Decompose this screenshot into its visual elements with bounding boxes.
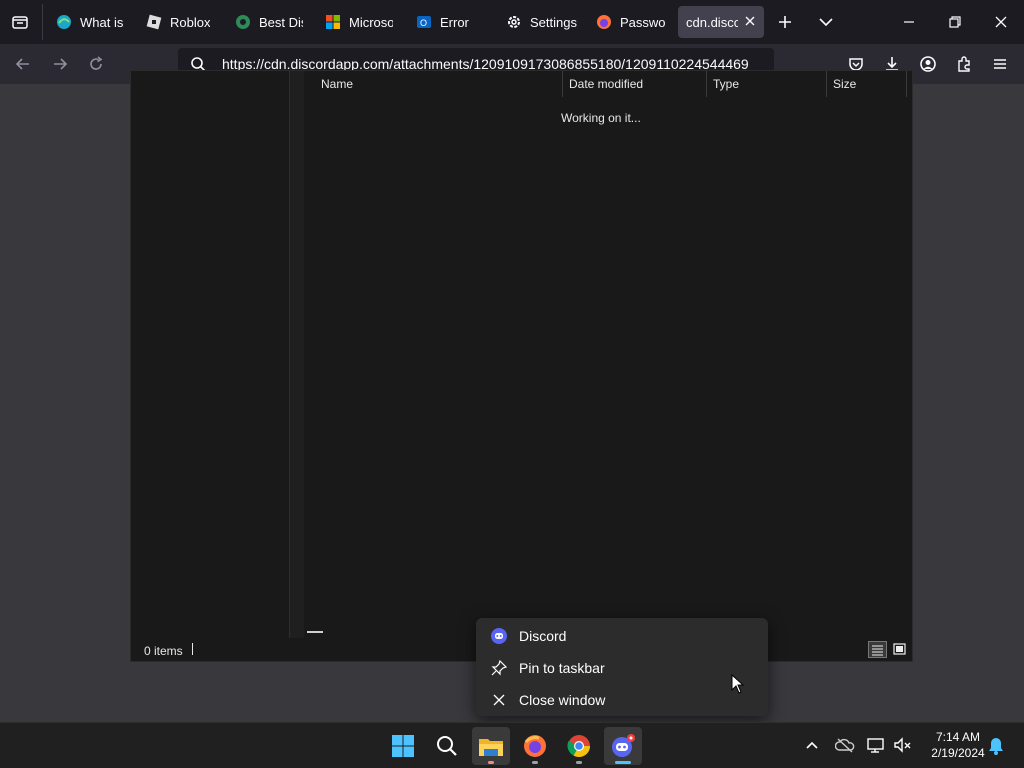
menu-icon[interactable] — [991, 55, 1009, 78]
tab-strip: What is | Roblox Best Disp Microsof O Er… — [0, 0, 1024, 44]
new-tab-icon[interactable] — [776, 13, 794, 36]
firefox-icon[interactable] — [516, 727, 554, 765]
onedrive-icon[interactable] — [834, 736, 855, 759]
start-icon[interactable] — [384, 727, 422, 765]
system-clock[interactable]: 7:14 AM 2/19/2024 — [918, 729, 998, 761]
roblox-icon — [146, 14, 162, 30]
column-header-size[interactable]: Size — [827, 71, 907, 97]
column-header-date-modified[interactable]: Date modified — [563, 71, 707, 97]
tab-overview-icon[interactable] — [10, 12, 30, 37]
close-icon — [490, 691, 508, 709]
gear-icon — [506, 14, 522, 30]
tab-error[interactable]: O Error — [416, 6, 486, 38]
chrome-icon[interactable] — [560, 727, 598, 765]
loading-message: Working on it... — [561, 111, 641, 125]
chevron-down-icon[interactable] — [817, 13, 835, 36]
jump-list-app-item[interactable]: Discord — [476, 620, 768, 652]
file-explorer-icon[interactable] — [472, 727, 510, 765]
clock-date: 2/19/2024 — [931, 746, 985, 760]
pin-to-taskbar-item[interactable]: Pin to taskbar — [476, 652, 768, 684]
active-indicator — [615, 761, 631, 764]
tab-what-is[interactable]: What is | — [56, 6, 126, 38]
running-indicator — [532, 761, 538, 764]
site-icon — [235, 14, 251, 30]
extensions-icon[interactable] — [955, 55, 973, 78]
volume-muted-icon[interactable] — [893, 736, 913, 759]
forward-icon[interactable] — [51, 55, 69, 78]
tab-divider — [42, 4, 43, 40]
minimize-icon[interactable] — [900, 13, 918, 36]
horizontal-scroll-thumb[interactable] — [307, 631, 323, 633]
close-window-icon[interactable] — [992, 13, 1010, 36]
tab-settings[interactable]: Settings — [506, 6, 586, 38]
close-window-item[interactable]: Close window — [476, 684, 768, 716]
svg-text:O: O — [420, 18, 427, 28]
item-count: 0 items — [144, 644, 183, 658]
reload-icon[interactable] — [87, 55, 105, 78]
outlook-icon: O — [416, 14, 432, 30]
tab-microsoft[interactable]: Microsof — [325, 6, 393, 38]
details-view-icon[interactable] — [868, 641, 887, 658]
tab-cdn-discord[interactable]: cdn.disco — [678, 6, 764, 38]
discord-icon[interactable] — [604, 727, 642, 765]
tab-roblox[interactable]: Roblox — [146, 6, 216, 38]
microsoft-icon — [325, 14, 341, 30]
edge-globe-icon — [56, 14, 72, 30]
tab-best-disp[interactable]: Best Disp — [235, 6, 303, 38]
account-icon[interactable] — [919, 55, 937, 78]
restore-icon[interactable] — [946, 13, 964, 36]
search-icon[interactable] — [428, 727, 466, 765]
clock-time: 7:14 AM — [935, 730, 981, 744]
status-divider — [192, 643, 193, 655]
chevron-up-icon[interactable] — [804, 737, 820, 758]
taskbar: 7:14 AM 2/19/2024 — [0, 722, 1024, 768]
running-indicator — [576, 761, 582, 764]
notification-bell-icon[interactable] — [987, 736, 1005, 761]
navigation-pane[interactable] — [131, 71, 290, 638]
running-indicator — [488, 761, 494, 764]
back-icon[interactable] — [14, 55, 32, 78]
column-header-name[interactable]: Name — [315, 71, 563, 97]
network-icon[interactable] — [866, 736, 886, 759]
tab-passwords[interactable]: Passwor — [596, 6, 666, 38]
mouse-cursor-icon — [731, 673, 745, 699]
close-tab-icon[interactable] — [744, 15, 756, 30]
firefox-icon — [596, 14, 612, 30]
large-icons-view-icon[interactable] — [891, 641, 908, 658]
taskbar-jump-list: Discord Pin to taskbar Close window — [476, 618, 768, 716]
navigation-pane-scrollbar[interactable] — [290, 71, 304, 638]
column-header-type[interactable]: Type — [707, 71, 827, 97]
pin-icon — [490, 659, 508, 677]
discord-icon — [490, 627, 508, 645]
save-file-dialog: Name Date modified Type Size Working on … — [130, 70, 913, 662]
